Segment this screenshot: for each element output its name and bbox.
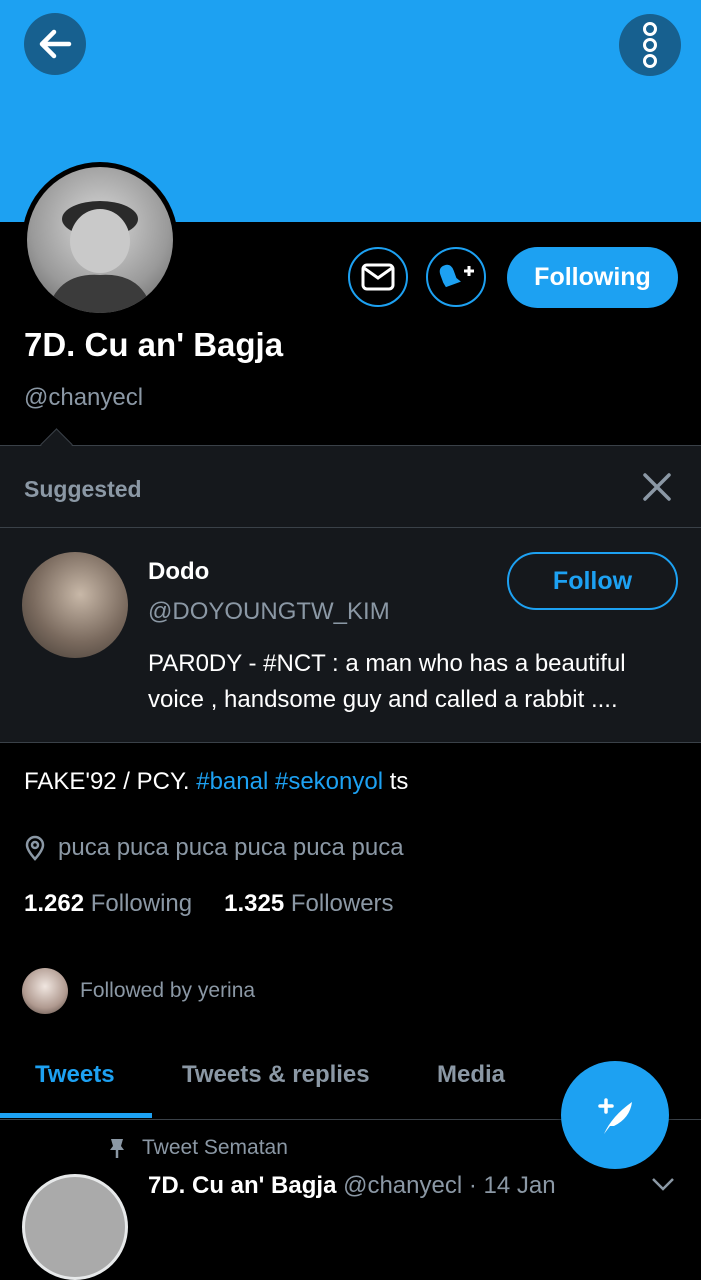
tweet-date: · 14 Jan	[468, 1172, 556, 1199]
tweet-header: 7D. Cu an' Bagja @chanyecl · 14 Jan	[148, 1172, 556, 1200]
suggested-user-bio: PAR0DY - #NCT : a man who has a beautifu…	[148, 650, 626, 713]
close-suggested-button[interactable]	[640, 470, 674, 504]
notifications-button[interactable]	[426, 247, 486, 307]
hashtag-link[interactable]: #banal	[196, 768, 268, 795]
followed-by[interactable]: Followed by yerina	[22, 968, 255, 1014]
suggested-title: Suggested	[24, 476, 142, 502]
profile-avatar-image	[27, 167, 173, 313]
pinned-tweet-label: Tweet Sematan	[108, 1136, 288, 1160]
tweet-author-name[interactable]: 7D. Cu an' Bagja	[148, 1172, 336, 1199]
following-button[interactable]: Following	[507, 247, 678, 308]
profile-location: puca puca puca puca puca puca	[24, 834, 404, 862]
profile-stats: 1.262 Following 1.325 Followers	[24, 890, 426, 918]
pin-icon	[110, 1139, 124, 1158]
bio-text: ts	[383, 768, 409, 795]
arrow-left-icon	[39, 29, 72, 59]
active-tab-indicator	[0, 1113, 152, 1118]
profile-name: 7D. Cu an' Bagja	[24, 326, 284, 363]
suggested-user-avatar[interactable]	[22, 552, 128, 658]
hashtag-link[interactable]: #sekonyol	[275, 768, 383, 795]
back-button[interactable]	[24, 13, 86, 75]
tweet-options-button[interactable]	[650, 1176, 676, 1197]
location-text: puca puca puca puca puca puca	[58, 834, 404, 861]
compose-tweet-button[interactable]	[561, 1061, 669, 1169]
follow-button[interactable]: Follow	[507, 552, 678, 610]
following-count: 1.262	[24, 890, 85, 917]
message-button[interactable]	[348, 247, 408, 307]
envelope-icon	[361, 263, 395, 291]
feather-plus-icon	[598, 1098, 632, 1134]
suggested-divider	[0, 527, 701, 528]
suggested-user-name[interactable]: Dodo	[148, 558, 209, 586]
tweet-author-handle: @chanyecl	[343, 1172, 463, 1199]
followed-by-avatar	[22, 968, 68, 1014]
followers-stat[interactable]: 1.325 Followers	[224, 890, 393, 918]
suggested-user-handle: @DOYOUNGTW_KIM	[148, 598, 390, 625]
vertical-dots-icon	[643, 22, 657, 68]
bio-text: FAKE'92 / PCY.	[24, 768, 197, 795]
followers-count: 1.325	[224, 890, 285, 917]
profile-avatar[interactable]	[22, 162, 178, 318]
chevron-down-icon	[652, 1178, 674, 1191]
following-stat[interactable]: 1.262 Following	[24, 890, 192, 918]
tab-media[interactable]: Media	[437, 1061, 505, 1089]
following-label: Following	[90, 890, 193, 917]
tweet-author-avatar[interactable]	[22, 1174, 128, 1280]
pinned-text: Tweet Sematan	[142, 1136, 288, 1159]
followers-label: Followers	[290, 890, 394, 917]
tab-tweets[interactable]: Tweets	[35, 1061, 115, 1089]
bell-plus-icon	[439, 264, 474, 288]
tab-tweets-replies[interactable]: Tweets & replies	[182, 1061, 370, 1089]
more-options-button[interactable]	[619, 14, 681, 76]
profile-handle: @chanyecl	[24, 384, 144, 411]
location-pin-icon	[25, 835, 45, 861]
profile-bio: FAKE'92 / PCY. #banal #sekonyol ts	[24, 768, 408, 796]
followed-by-text: Followed by yerina	[80, 979, 256, 1002]
close-icon	[643, 473, 671, 501]
